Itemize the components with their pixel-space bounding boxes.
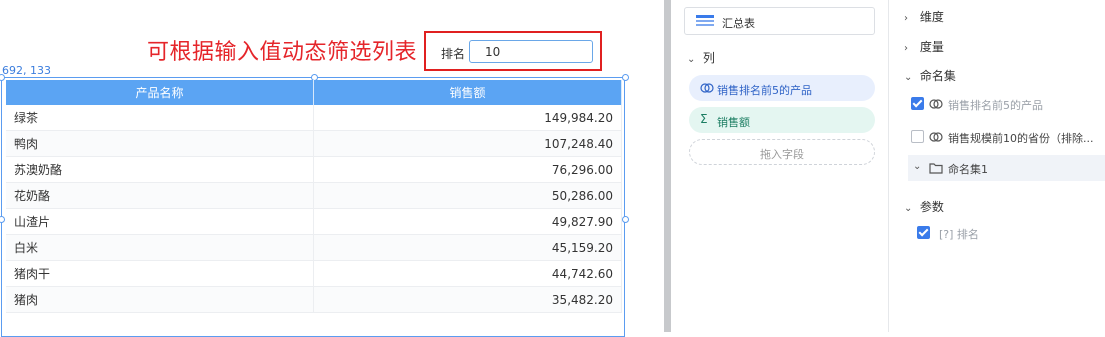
cell-product: 山渣片 bbox=[6, 208, 314, 235]
table-row: 苏澳奶酪 76,296.00 bbox=[6, 156, 622, 183]
table-row: 山渣片 49,827.90 bbox=[6, 208, 622, 235]
cell-sales: 107,248.40 bbox=[313, 130, 622, 157]
cell-product: 苏澳奶酪 bbox=[6, 156, 314, 183]
report-canvas: 可根据输入值动态筛选列表 排名 10 692, 133 产品名称 销售额 绿茶 1… bbox=[0, 0, 664, 337]
column-header-product[interactable]: 产品名称 bbox=[6, 80, 314, 105]
field-drop-zone[interactable]: 拖入字段 bbox=[689, 139, 875, 165]
column-field-named-set[interactable]: 销售排名前5的产品 bbox=[689, 75, 875, 101]
rank-filter-input[interactable]: 10 bbox=[469, 40, 593, 63]
panel-splitter[interactable] bbox=[664, 0, 671, 332]
rank-filter-label: 排名 bbox=[441, 47, 466, 61]
link-circles-icon bbox=[929, 99, 943, 109]
tree-node-dimension[interactable]: › 维度 bbox=[904, 8, 944, 25]
cell-product: 白米 bbox=[6, 234, 314, 261]
cell-sales: 49,827.90 bbox=[313, 208, 622, 235]
resize-handle-middle-right[interactable] bbox=[622, 216, 629, 223]
cell-product: 鸭肉 bbox=[6, 130, 314, 157]
columns-section-header[interactable]: ⌄ 列 bbox=[687, 49, 715, 66]
data-tree-panel: › 维度 › 度量 ⌄ 命名集 销售排名前5的产品 销售规模前10的省份（排除.… bbox=[889, 0, 1105, 332]
table-icon bbox=[696, 15, 714, 26]
table-row: 猪肉 35,482.20 bbox=[6, 286, 622, 313]
named-set-field-label: 销售排名前5的产品 bbox=[717, 84, 812, 97]
chevron-down-icon: ⌄ bbox=[904, 203, 913, 214]
folder-icon bbox=[929, 163, 943, 174]
named-set-item-label-2[interactable]: 销售规模前10的省份（排除... bbox=[948, 130, 1094, 146]
cell-sales: 76,296.00 bbox=[313, 156, 622, 183]
cell-product: 花奶酪 bbox=[6, 182, 314, 209]
table-row: 鸭肉 107,248.40 bbox=[6, 130, 622, 157]
table-row: 绿茶 149,984.20 bbox=[6, 105, 622, 131]
named-sets-label: 命名集 bbox=[919, 69, 956, 83]
named-set-checkbox-2[interactable] bbox=[911, 130, 924, 143]
summary-table-label: 汇总表 bbox=[722, 17, 755, 30]
cell-product: 猪肉干 bbox=[6, 260, 314, 287]
sigma-icon: Σ bbox=[700, 112, 708, 126]
folder-label: 命名集1 bbox=[948, 163, 988, 176]
chevron-down-icon: ⌄ bbox=[904, 72, 913, 83]
chevron-right-icon: › bbox=[904, 43, 908, 54]
table-row: 猪肉干 44,742.60 bbox=[6, 260, 622, 287]
tree-node-named-sets[interactable]: ⌄ 命名集 bbox=[904, 67, 956, 84]
cell-sales: 149,984.20 bbox=[313, 105, 622, 131]
cell-sales: 35,482.20 bbox=[313, 286, 622, 313]
measure-label: 度量 bbox=[919, 40, 944, 54]
field-config-panel: 汇总表 ⌄ 列 销售排名前5的产品 Σ 销售额 拖入字段 bbox=[671, 0, 889, 332]
named-set-checkbox-1[interactable] bbox=[911, 97, 924, 110]
rank-filter-widget: 排名 10 bbox=[424, 31, 602, 71]
dimension-label: 维度 bbox=[919, 10, 944, 24]
summary-table-button[interactable]: 汇总表 bbox=[684, 7, 875, 35]
table-header-row: 产品名称 销售额 bbox=[6, 80, 622, 105]
table-row: 白米 45,159.20 bbox=[6, 234, 622, 261]
columns-section-label: 列 bbox=[702, 51, 715, 65]
cell-product: 绿茶 bbox=[6, 105, 314, 131]
chevron-down-icon: ⌄ bbox=[913, 161, 922, 172]
chevron-down-icon: ⌄ bbox=[687, 54, 696, 65]
tree-node-params[interactable]: ⌄ 参数 bbox=[904, 198, 944, 215]
table-row: 花奶酪 50,286.00 bbox=[6, 182, 622, 209]
position-readout: 692, 133 bbox=[2, 64, 51, 77]
annotation-text: 可根据输入值动态筛选列表 bbox=[147, 40, 418, 65]
chevron-right-icon: › bbox=[904, 13, 908, 24]
cell-product: 猪肉 bbox=[6, 286, 314, 313]
link-circles-icon bbox=[929, 132, 943, 142]
param-item-label[interactable]: [?] 排名 bbox=[939, 226, 979, 242]
params-label: 参数 bbox=[919, 200, 944, 214]
sales-table: 产品名称 销售额 绿茶 149,984.20 鸭肉 107,248.40 苏澳奶酪 7… bbox=[6, 80, 622, 313]
link-circles-icon bbox=[700, 83, 714, 93]
column-header-sales[interactable]: 销售额 bbox=[313, 80, 622, 105]
cell-sales: 50,286.00 bbox=[313, 182, 622, 209]
tree-node-measure[interactable]: › 度量 bbox=[904, 38, 944, 55]
cell-sales: 45,159.20 bbox=[313, 234, 622, 261]
measure-field-label: 销售额 bbox=[717, 116, 750, 129]
cell-sales: 44,742.60 bbox=[313, 260, 622, 287]
column-field-measure[interactable]: Σ 销售额 bbox=[689, 107, 875, 133]
resize-handle-top-right[interactable] bbox=[622, 74, 629, 81]
param-checkbox-rank[interactable] bbox=[917, 226, 930, 239]
named-set-item-label-1[interactable]: 销售排名前5的产品 bbox=[948, 97, 1043, 113]
